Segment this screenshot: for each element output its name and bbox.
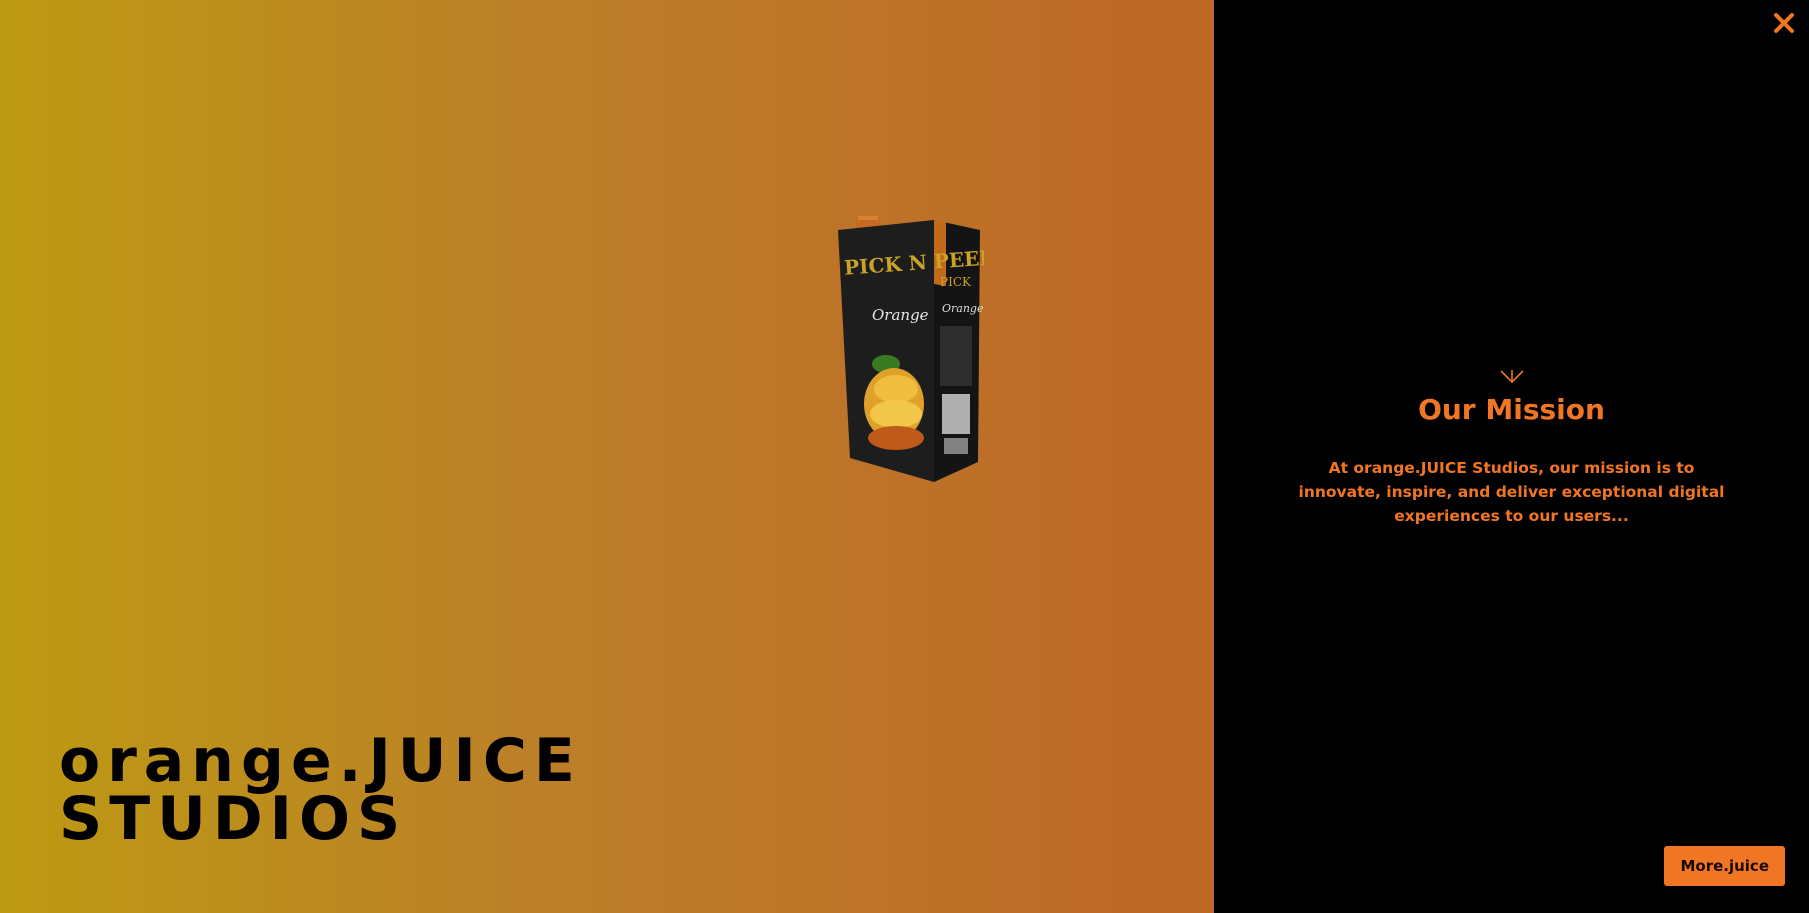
close-button[interactable]	[1771, 10, 1797, 36]
mission-section: Our Mission At orange.JUICE Studios, our…	[1214, 368, 1809, 528]
mission-panel: Our Mission At orange.JUICE Studios, our…	[1214, 0, 1809, 913]
svg-text:Orange: Orange	[872, 306, 929, 324]
mission-text: At orange.JUICE Studios, our mission is …	[1298, 459, 1725, 525]
studio-title: orange.JUICE STUDIOS	[59, 726, 582, 854]
svg-text:Orange: Orange	[942, 302, 984, 315]
studio-title-line1: orange.JUICE	[59, 726, 582, 796]
juice-carton-image: PICK N PEEL Orange PICK Orange	[834, 214, 984, 482]
studio-title-line2: STUDIOS	[59, 784, 408, 854]
chevron-down-icon	[1499, 368, 1525, 386]
mission-title: Our Mission	[1418, 393, 1605, 426]
svg-text:PICK: PICK	[940, 275, 972, 289]
close-icon	[1771, 10, 1797, 36]
more-juice-button[interactable]: More.juice	[1664, 846, 1785, 886]
page: PICK N PEEL Orange PICK Orange orange.JU…	[0, 0, 1809, 913]
hero-section: PICK N PEEL Orange PICK Orange orange.JU…	[0, 0, 1214, 913]
